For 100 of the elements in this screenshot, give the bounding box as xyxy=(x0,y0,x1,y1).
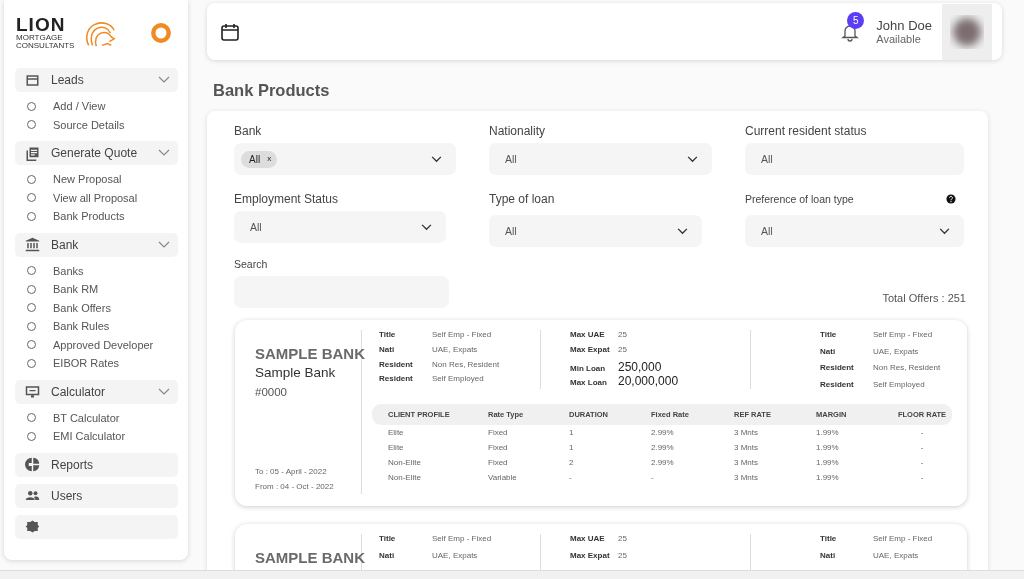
info-label: Title xyxy=(379,534,397,543)
nav-section[interactable] xyxy=(15,514,178,539)
nav-section[interactable]: Reports xyxy=(15,452,178,477)
table-cell-text: Elite xyxy=(388,443,405,452)
info-label: Resident xyxy=(820,363,855,372)
lion-mane-icon xyxy=(83,20,117,50)
nav-item[interactable]: Bank Products xyxy=(27,207,178,226)
users-icon xyxy=(25,488,40,503)
table-cell-text: - xyxy=(919,458,925,467)
info-value: UAE, Expats xyxy=(873,346,919,356)
select-field[interactable]: All xyxy=(745,215,964,247)
table-cell-text: 3 Mnts xyxy=(734,443,759,452)
chevron-down-icon xyxy=(158,387,170,396)
total-offers: Total Offers : 251 xyxy=(882,292,966,304)
chevron-down-icon xyxy=(431,155,442,163)
help-icon[interactable] xyxy=(946,193,956,204)
info-label: Title xyxy=(820,534,838,543)
table-cell-text: 3 Mnts xyxy=(734,473,759,482)
info-value: Non Res, Resident xyxy=(873,363,941,372)
input-field[interactable]: All xyxy=(745,143,964,175)
info-value: Self Emp - Fixed xyxy=(873,534,933,543)
bank-select[interactable]: All x xyxy=(234,143,456,175)
field-label: Preference of loan type xyxy=(745,192,854,205)
nav-section[interactable]: Calculator xyxy=(15,379,178,404)
table-cell-text: 1.99% xyxy=(816,458,840,467)
nav-section[interactable]: Generate Quote xyxy=(15,141,178,165)
avatar[interactable] xyxy=(942,3,992,60)
nav-section[interactable]: Users xyxy=(15,483,178,508)
chevron-down-icon xyxy=(158,76,170,84)
nav-item[interactable]: Bank Rules xyxy=(27,317,178,336)
nav-section[interactable]: Leads xyxy=(15,68,178,92)
table-cell-text: 2 xyxy=(569,458,575,467)
info-label: Nati xyxy=(379,550,396,560)
chevron-down-icon xyxy=(158,149,170,157)
field-label: Current resident status xyxy=(745,123,867,138)
nav-item[interactable]: EMI Calculator xyxy=(27,427,178,446)
nav-item[interactable]: EIBOR Rates xyxy=(27,354,178,373)
monitor-icon xyxy=(25,384,40,399)
info-value: Self Employed xyxy=(432,374,484,384)
info-value: UAE, Expats xyxy=(873,550,919,560)
select-field[interactable]: All xyxy=(234,211,446,243)
table-cell-text: 1 xyxy=(569,428,575,437)
info-label: Resident xyxy=(820,379,855,389)
field-label: Search xyxy=(234,257,268,270)
table-cell-text: Elite xyxy=(388,428,405,437)
info-label: Min Loan xyxy=(570,363,607,373)
nav-section[interactable]: Bank xyxy=(15,232,178,257)
table-cell-text: Non-Elite xyxy=(388,458,422,467)
info-label: Title xyxy=(379,330,397,339)
info-value: 20,000,000 xyxy=(618,374,679,389)
info-value: 25 xyxy=(618,550,627,560)
nav-item[interactable]: BT Calculator xyxy=(27,408,178,427)
offer-code: #0000 xyxy=(255,386,288,398)
table-cell-text: 2.99% xyxy=(651,428,675,437)
table-cell-text: 3 Mnts xyxy=(734,458,759,467)
chevron-down-icon xyxy=(421,223,432,231)
settings-icon xyxy=(25,519,40,534)
logo-name: LION xyxy=(16,16,67,34)
table-cell-text: 3 Mnts xyxy=(734,428,759,437)
info-value: UAE, Expats xyxy=(432,550,478,560)
info-value: UAE, Expats xyxy=(432,344,478,354)
table-cell-text: Fixed xyxy=(488,428,509,437)
nav-item[interactable]: Add / View xyxy=(27,97,178,116)
chevron-down-icon xyxy=(939,227,950,235)
table-cell-text: - xyxy=(651,473,655,482)
nav-item[interactable]: Banks xyxy=(27,261,178,280)
info-value: Self Emp - Fixed xyxy=(432,330,492,339)
info-label: Max UAE xyxy=(570,330,606,339)
nav-item[interactable]: Source Details xyxy=(27,115,178,134)
field-label: Type of loan xyxy=(489,191,555,206)
select-field[interactable]: All xyxy=(489,215,702,247)
bank-icon xyxy=(25,237,40,252)
table-cell-text: Non-Elite xyxy=(388,473,422,482)
table-cell-text: 1.99% xyxy=(816,428,840,437)
nav-item[interactable]: New Proposal xyxy=(27,170,178,189)
nav-item[interactable]: Bank RM xyxy=(27,280,178,299)
chevron-down-icon xyxy=(687,155,698,163)
info-value: Self Emp - Fixed xyxy=(873,330,933,339)
user-name: John Doe xyxy=(876,18,932,33)
nav-item[interactable]: Bank Offers xyxy=(27,298,178,317)
calendar-icon[interactable] xyxy=(220,21,240,42)
date-to: To : 05 - April - 2022 xyxy=(255,466,328,478)
chevron-down-icon xyxy=(158,240,170,249)
card-icon xyxy=(25,72,40,88)
logo-tagline: MORTGAGE CONSULTANTS xyxy=(16,34,76,50)
info-label: Nati xyxy=(379,344,396,354)
info-value: 25 xyxy=(618,344,627,354)
info-value: Self Employed xyxy=(873,379,925,389)
info-label: Max Loan xyxy=(570,378,608,388)
nav-item[interactable]: Approved Developer xyxy=(27,335,178,354)
filter-chip[interactable]: All x xyxy=(241,150,278,168)
table-cell-text: - xyxy=(919,473,925,482)
nav-item[interactable]: View all Proposal xyxy=(27,188,178,207)
info-label: Resident xyxy=(379,374,414,384)
notification-badge: 5 xyxy=(847,11,865,29)
scroll-bar[interactable] xyxy=(0,570,1024,579)
table-cell-text: 1 xyxy=(569,443,575,452)
table-cell-text: - xyxy=(919,443,925,452)
document-icon xyxy=(25,145,40,161)
select-field[interactable]: All xyxy=(489,143,712,175)
